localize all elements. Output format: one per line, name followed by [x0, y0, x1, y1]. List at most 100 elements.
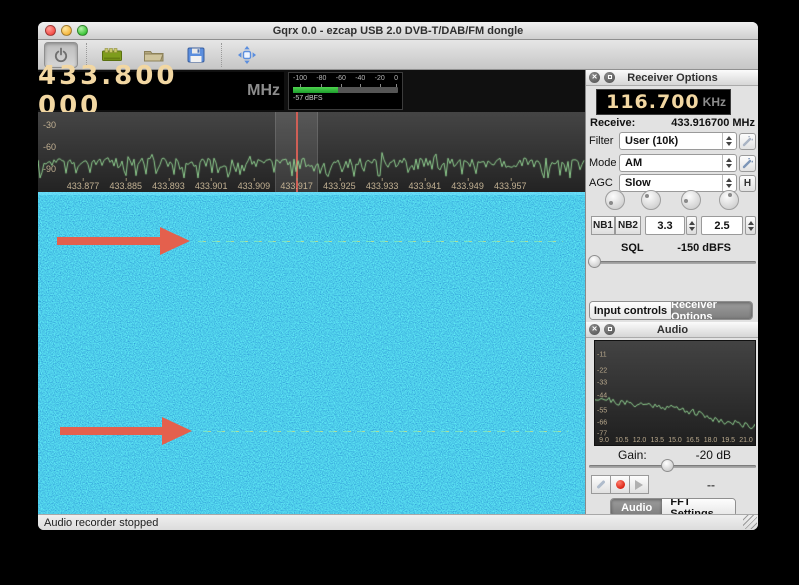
- receive-frequency-row: Receive: 433.916700 MHz: [590, 117, 755, 129]
- filter-shape-button[interactable]: [739, 132, 756, 150]
- spectrum-x-tick: 433.885: [109, 178, 142, 191]
- combo-stepper[interactable]: [722, 155, 735, 171]
- agc-value: Slow: [625, 177, 651, 189]
- nb2-button[interactable]: NB2: [615, 216, 641, 235]
- agc-knob-4[interactable]: [719, 190, 739, 210]
- meter-bar: [293, 87, 339, 93]
- status-bar: Audio recorder stopped: [38, 514, 758, 530]
- spectrum-x-tick: 433.901: [194, 178, 228, 191]
- spectrum-x-tick-labels: 433.877 433.885 433.893 433.901 433.909 433.9…: [38, 178, 585, 192]
- record-audio-button[interactable]: [610, 475, 630, 494]
- audio-fft-y-tick: -22: [597, 367, 608, 375]
- squelch-row: SQL -150 dBFS: [586, 242, 758, 254]
- audio-fft-y-tick: -33: [597, 379, 608, 387]
- annotation-arrow: [57, 227, 190, 255]
- frequency-panel: 433.800 000 MHz -100 -80 -60 -40 -20 0 -57 dB…: [38, 61, 585, 121]
- gain-slider[interactable]: [589, 459, 756, 472]
- receiver-options-header[interactable]: ✕ Receiver Options: [586, 70, 758, 86]
- tab-input-controls[interactable]: Input controls: [590, 302, 671, 319]
- frequency-lcd[interactable]: 433.800 000 MHz: [38, 61, 284, 121]
- spectrum-x-tick: 433.877: [66, 178, 100, 191]
- audio-dock: ✕ Audio -11 -22 -33 -44 -55 -66 -77 9.0 10.5 12.…: [586, 322, 758, 517]
- filter-combobox[interactable]: User (10k): [619, 132, 737, 150]
- dock-panel-column: ✕ Receiver Options 116.700 KHz Receive: …: [585, 70, 758, 517]
- receive-value: 433.916700 MHz: [671, 117, 755, 129]
- resize-grip[interactable]: [743, 515, 757, 529]
- filter-label: Filter: [589, 135, 614, 147]
- audio-options-button[interactable]: [591, 475, 611, 494]
- spectrum-x-tick: 433.933: [365, 178, 399, 191]
- spectrum-trace: [38, 112, 585, 180]
- sql-label: SQL: [621, 242, 644, 254]
- tab-receiver-options[interactable]: Receiver Options: [671, 302, 752, 319]
- close-window-button[interactable]: [45, 25, 56, 36]
- nb1-button[interactable]: NB1: [591, 216, 615, 235]
- spectrum-plot[interactable]: -30 -60 -90 433.877 433.885 433.893 433.901…: [38, 112, 585, 192]
- sql-value: -150 dBFS: [677, 242, 731, 254]
- combo-stepper[interactable]: [722, 133, 735, 149]
- agc-label: AGC: [589, 177, 613, 189]
- dock-title: Receiver Options: [627, 71, 718, 84]
- nb2-threshold-spinbox[interactable]: 2.5: [701, 216, 743, 235]
- spectrum-y-tick: -60: [43, 142, 57, 152]
- gain-value: -20 dB: [695, 448, 731, 462]
- nb1-threshold-spinbox[interactable]: 3.3: [645, 216, 685, 235]
- agc-knob-3[interactable]: [681, 190, 701, 210]
- meter-tick-label: -20: [374, 75, 385, 87]
- wrench-icon: [742, 135, 753, 146]
- mode-options-button[interactable]: [739, 154, 756, 172]
- spectrum-x-tick: 433.917: [280, 178, 313, 191]
- dock-tab-bar: Input controls Receiver Options: [589, 301, 753, 320]
- meter-tick-label: -80: [316, 75, 327, 87]
- frequency-unit: MHz: [247, 82, 280, 99]
- nb1-stepper[interactable]: [686, 216, 697, 235]
- slider-handle[interactable]: [588, 255, 601, 268]
- audio-fft-x-tick: 13.5: [650, 437, 665, 444]
- meter-tick-label: -60: [335, 75, 346, 87]
- receiver-options-dock: ✕ Receiver Options 116.700 KHz Receive: …: [586, 70, 758, 322]
- audio-fft-y-tick: -11: [597, 351, 607, 359]
- audio-fft-y-tick: -66: [597, 419, 608, 427]
- agc-knob-2[interactable]: [641, 190, 661, 210]
- nb2-stepper[interactable]: [745, 216, 756, 235]
- minimize-window-button[interactable]: [61, 25, 72, 36]
- waterfall-display[interactable]: [38, 192, 585, 514]
- audio-header[interactable]: ✕ Audio: [586, 322, 758, 338]
- offset-frequency-lcd[interactable]: 116.700 KHz: [596, 89, 731, 115]
- agc-hang-button[interactable]: H: [739, 174, 756, 192]
- audio-config-icon: [596, 479, 606, 490]
- float-dock-icon[interactable]: [604, 72, 615, 83]
- zoom-window-button[interactable]: [77, 25, 88, 36]
- close-dock-icon[interactable]: ✕: [589, 324, 600, 335]
- spectrum-x-tick: 433.941: [408, 178, 442, 191]
- combo-stepper[interactable]: [722, 175, 735, 191]
- audio-fft-x-tick: 12.0: [632, 437, 647, 444]
- mode-combobox[interactable]: AM: [619, 154, 737, 172]
- play-audio-button[interactable]: [629, 475, 649, 494]
- audio-fft-y-tick: -55: [597, 407, 608, 415]
- annotation-arrow: [60, 417, 192, 445]
- title-bar[interactable]: Gqrx 0.0 - ezcap USB 2.0 DVB-T/DAB/FM do…: [38, 22, 758, 40]
- filter-row: Filter User (10k): [589, 132, 756, 150]
- audio-fft-x-tick: 15.0: [668, 437, 682, 444]
- agc-combobox[interactable]: Slow: [619, 174, 737, 192]
- slider-track[interactable]: [588, 261, 756, 264]
- window-title: Gqrx 0.0 - ezcap USB 2.0 DVB-T/DAB/FM do…: [272, 24, 524, 37]
- filter-value: User (10k): [625, 135, 679, 147]
- close-dock-icon[interactable]: ✕: [589, 72, 600, 83]
- recorder-time: --: [707, 478, 715, 492]
- meter-tick-label: -40: [355, 75, 366, 87]
- slider-handle[interactable]: [661, 459, 674, 472]
- squelch-slider[interactable]: [588, 255, 756, 268]
- offset-frequency-unit: KHz: [702, 95, 726, 109]
- meter-track: [293, 87, 398, 93]
- float-dock-icon[interactable]: [604, 324, 615, 335]
- traffic-lights: [45, 25, 88, 36]
- agc-knob-1[interactable]: [605, 190, 625, 210]
- audio-fft-x-tick: 9.0: [599, 437, 609, 444]
- spectrum-x-tick: 433.909: [237, 178, 271, 191]
- signal-strength-meter: -100 -80 -60 -40 -20 0 -57 dBFS: [288, 72, 403, 110]
- offset-frequency-value[interactable]: 116.700: [606, 91, 700, 113]
- audio-fft-x-tick: 19.5: [721, 437, 736, 444]
- audio-fft-plot[interactable]: -11 -22 -33 -44 -55 -66 -77 9.0 10.5 12.0 13.5 15.…: [594, 340, 756, 446]
